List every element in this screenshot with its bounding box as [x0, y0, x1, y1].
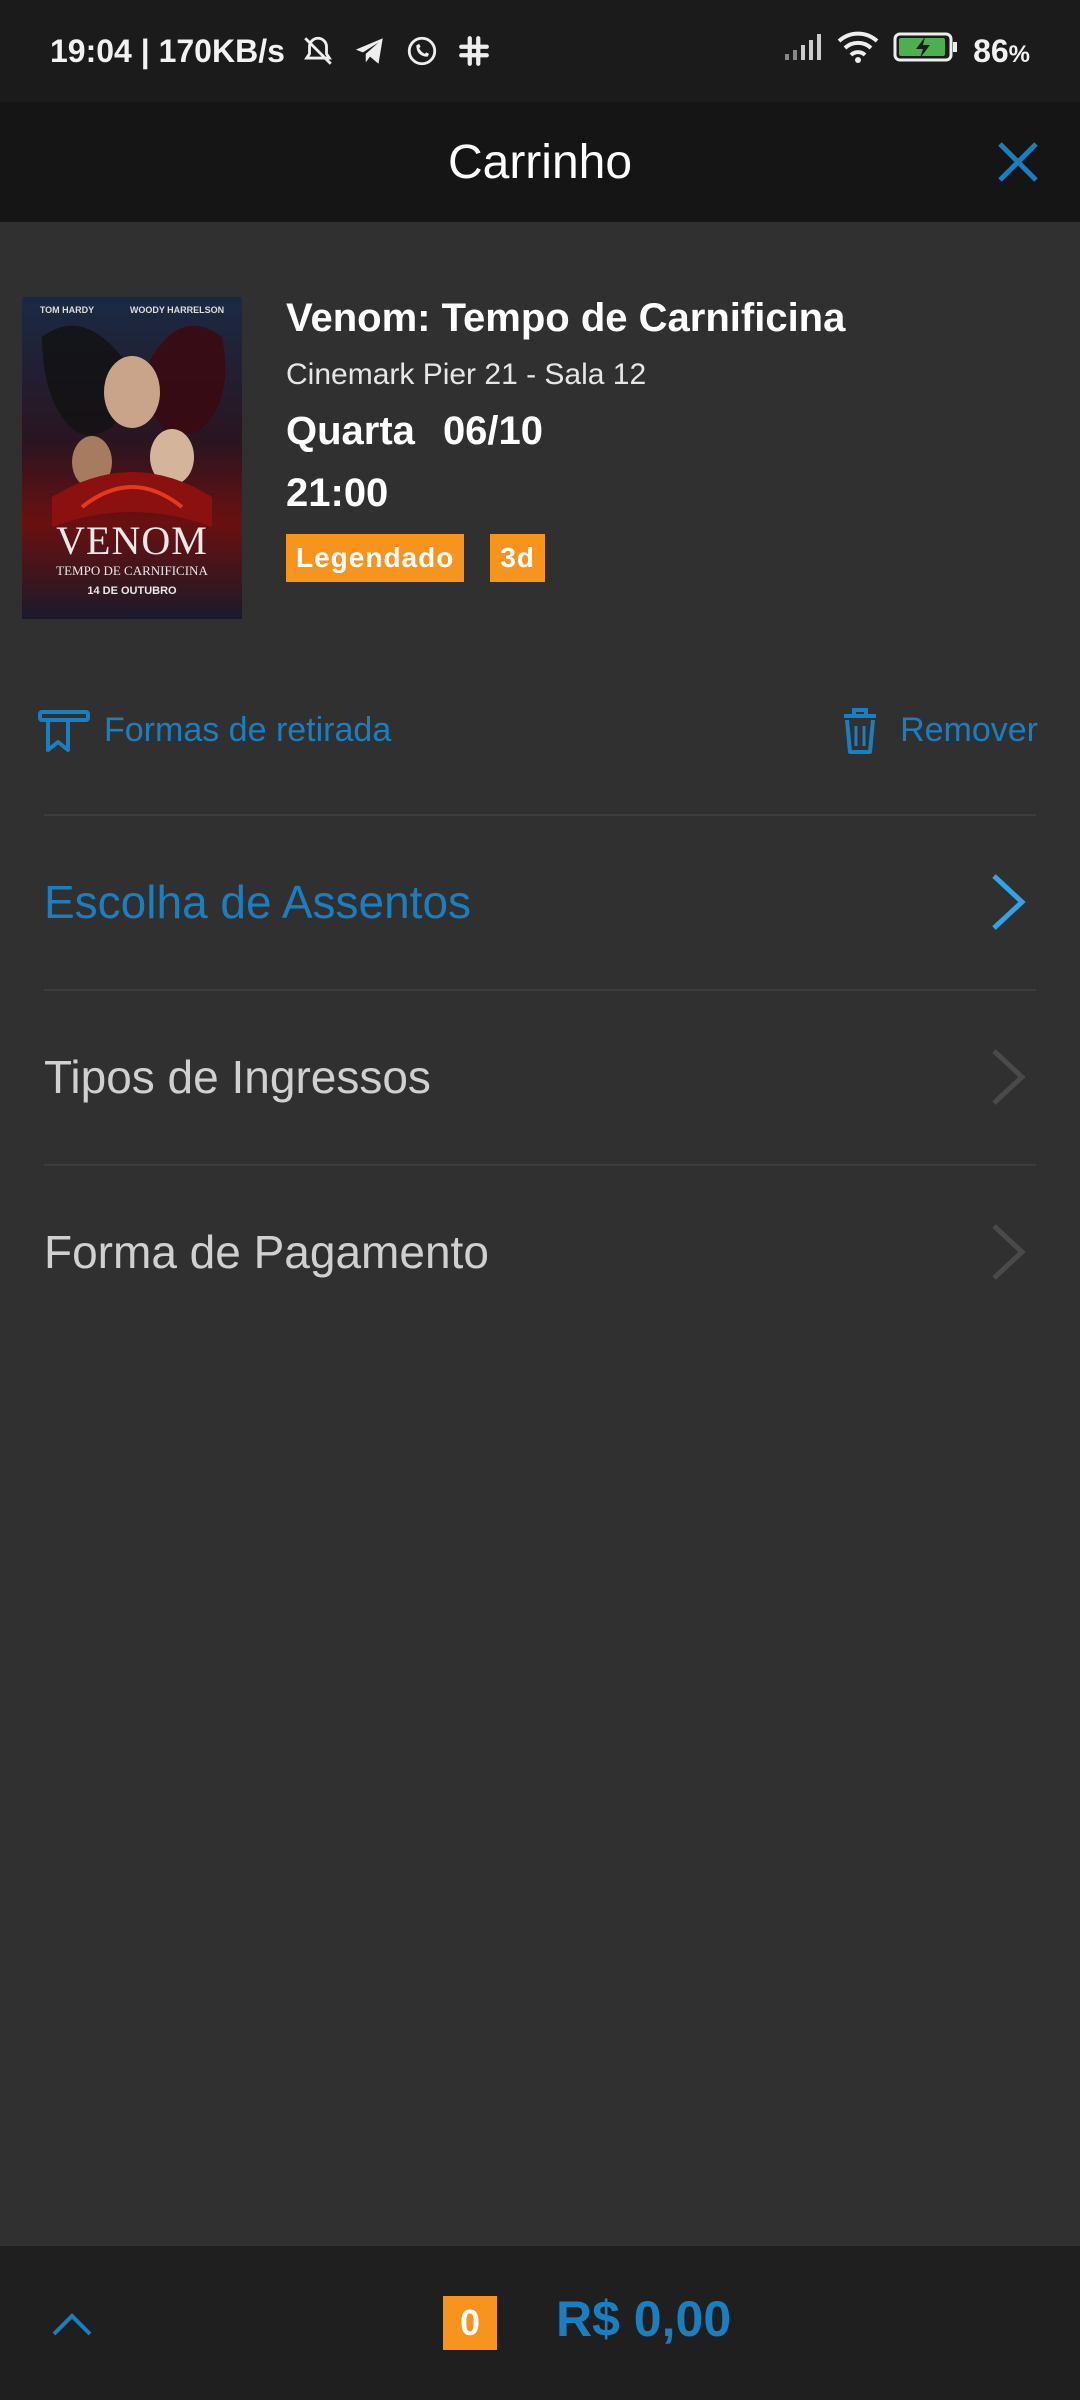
cart-actions: Formas de retirada Remover	[0, 680, 1080, 780]
cart-summary-bar: 0 R$ 0,00	[0, 2246, 1080, 2400]
step-label: Tipos de Ingressos	[44, 1051, 431, 1103]
poster-subtitle: TEMPO DE CARNIFICINA	[56, 563, 208, 578]
session-day: 06/10	[442, 409, 544, 453]
step-payment-method[interactable]: Forma de Pagamento	[0, 1165, 1080, 1339]
step-seat-selection[interactable]: Escolha de Assentos	[0, 815, 1080, 989]
page-title: Carrinho	[447, 135, 633, 189]
step-label: Escolha de Assentos	[44, 876, 472, 928]
battery-charging-icon	[893, 31, 959, 71]
poster-actor: WOODY HARRELSON	[129, 305, 225, 315]
poster-title: VENOM	[56, 518, 208, 563]
chevron-up-icon[interactable]	[48, 2304, 96, 2344]
trash-icon	[844, 708, 877, 754]
status-time-speed: 19:04 | 170KB/s	[50, 32, 285, 69]
badge-3d: 3d	[490, 534, 546, 582]
battery-percentage: 86%	[973, 33, 1030, 70]
mute-bell-icon	[299, 32, 337, 70]
session-date: Quarta 06/10	[286, 400, 845, 462]
status-bar: 19:04 | 170KB/s 86%	[0, 0, 1080, 102]
poster-actors: TOM HARDY WOODY HARRELSON	[22, 305, 242, 315]
session-weekday: Quarta	[286, 409, 415, 453]
movie-card: TOM HARDY WOODY HARRELSON VENOM TEMPO DE…	[0, 222, 1080, 642]
remove-button[interactable]: Remover	[832, 702, 1038, 758]
cinema-name: Cinemark Pier 21 - Sala 12	[286, 358, 647, 391]
chevron-right-icon	[992, 1049, 1026, 1105]
battery-percentage-unit: %	[1008, 40, 1030, 68]
chevron-right-icon	[992, 874, 1026, 930]
movie-poster: TOM HARDY WOODY HARRELSON VENOM TEMPO DE…	[22, 297, 242, 619]
badge-subtitled: Legendado	[286, 534, 465, 582]
pickup-methods-button[interactable]: Formas de retirada	[36, 702, 391, 758]
whatsapp-icon	[403, 32, 441, 70]
battery-percentage-value: 86	[973, 32, 1009, 69]
cart-total: R$ 0,00	[556, 2291, 732, 2347]
status-bar-right: 86%	[783, 31, 1030, 71]
signal-icon	[783, 32, 823, 70]
pickup-methods-label: Formas de retirada	[104, 710, 392, 749]
ticket-bookmark-icon	[38, 710, 90, 752]
telegram-icon	[351, 32, 389, 70]
poster-date: 14 DE OUTUBRO	[87, 585, 177, 597]
step-label: Forma de Pagamento	[44, 1226, 489, 1278]
session-badges: Legendado 3d	[286, 534, 845, 582]
slack-icon	[455, 32, 493, 70]
remove-label: Remover	[900, 710, 1038, 749]
step-ticket-types[interactable]: Tipos de Ingressos	[0, 990, 1080, 1164]
status-bar-left: 19:04 | 170KB/s	[50, 32, 493, 70]
app-bar: Carrinho	[0, 102, 1080, 222]
session-time: 21:00	[286, 471, 389, 515]
movie-title: Venom: Tempo de Carnificina	[286, 296, 846, 340]
chevron-right-icon	[992, 1224, 1026, 1280]
wifi-icon	[837, 31, 879, 71]
poster-actor: TOM HARDY	[39, 305, 95, 315]
ticket-count-badge: 0	[443, 2296, 497, 2350]
close-icon[interactable]	[988, 132, 1048, 192]
movie-info: Venom: Tempo de Carnificina Cinemark Pie…	[286, 290, 845, 582]
